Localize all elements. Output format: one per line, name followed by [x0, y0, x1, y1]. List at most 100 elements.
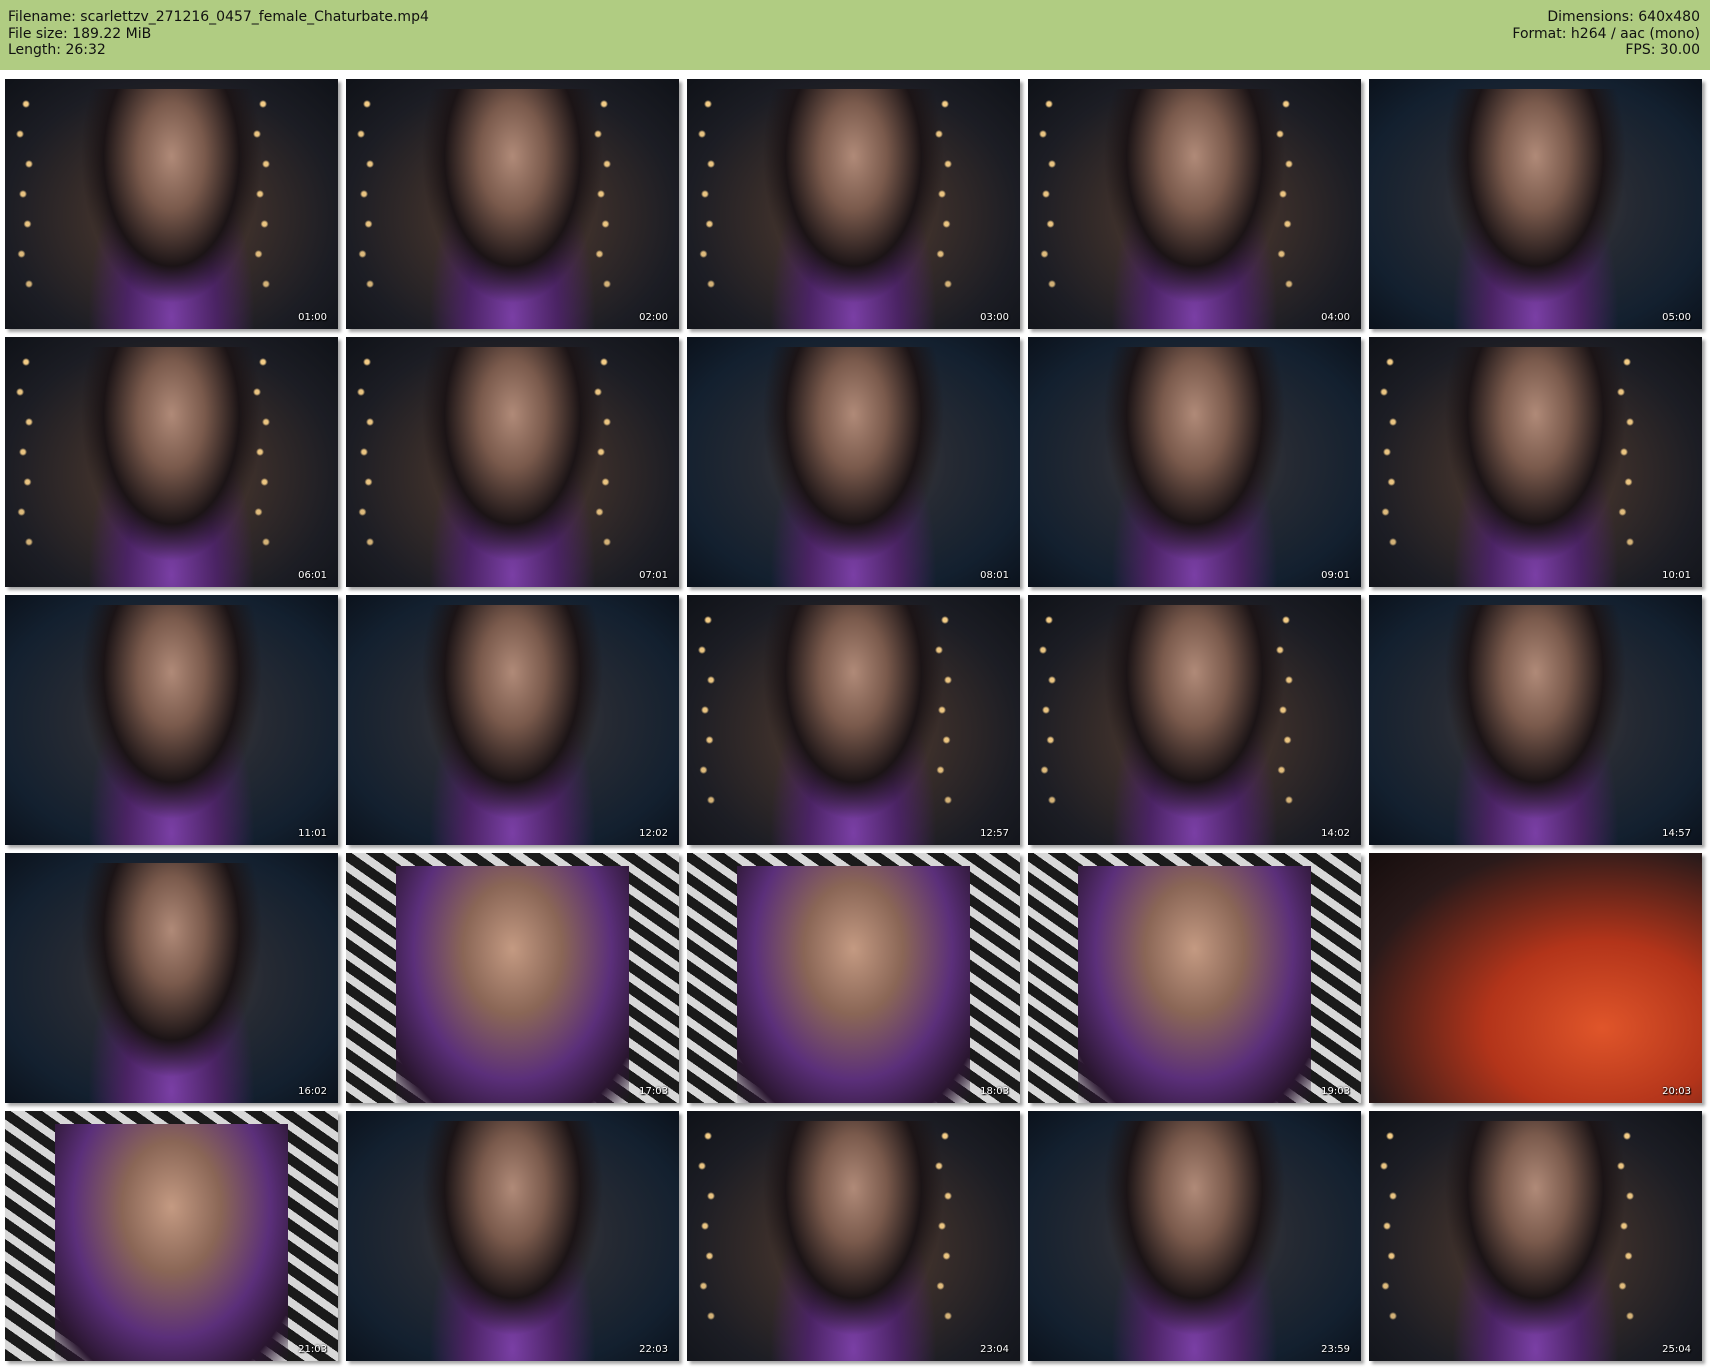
- format-text: Format: h264 / aac (mono): [1512, 25, 1700, 42]
- info-header: Filename: scarlettzv_271216_0457_female_…: [0, 0, 1710, 70]
- figure-silhouette: [1428, 89, 1643, 329]
- figure-silhouette: [405, 1121, 620, 1361]
- video-thumbnail: 25:04: [1369, 1111, 1702, 1361]
- thumbnail-timestamp: 23:04: [980, 1344, 1009, 1355]
- figure-silhouette: [746, 89, 961, 329]
- figure-silhouette: [746, 1121, 961, 1361]
- figure-overlay: [54, 1123, 289, 1361]
- video-thumbnail: 08:01: [687, 337, 1020, 587]
- string-lights-right: [930, 1111, 960, 1361]
- video-thumbnail: 17:03: [346, 853, 679, 1103]
- video-thumbnail: 19:03: [1028, 853, 1361, 1103]
- figure-silhouette: [746, 347, 961, 587]
- thumbnail-timestamp: 01:00: [298, 312, 327, 323]
- string-lights-right: [1612, 337, 1642, 587]
- thumbnail-timestamp: 06:01: [298, 570, 327, 581]
- filename-text: Filename: scarlettzv_271216_0457_female_…: [8, 9, 429, 25]
- figure-silhouette: [1428, 1121, 1643, 1361]
- string-lights-left: [693, 595, 723, 845]
- video-thumbnail: 11:01: [5, 595, 338, 845]
- string-lights-left: [11, 337, 41, 587]
- figure-overlay: [736, 865, 971, 1103]
- thumbnail-timestamp: 17:03: [639, 1086, 668, 1097]
- video-thumbnail: 12:57: [687, 595, 1020, 845]
- video-thumbnail: 22:03: [346, 1111, 679, 1361]
- string-lights-left: [1375, 1111, 1405, 1361]
- figure-silhouette: [64, 863, 279, 1103]
- length-text: Length: 26:32: [8, 42, 106, 58]
- video-thumbnail: 14:57: [1369, 595, 1702, 845]
- video-thumbnail: 10:01: [1369, 337, 1702, 587]
- thumbnail-timestamp: 05:00: [1662, 312, 1691, 323]
- figure-silhouette: [1087, 347, 1302, 587]
- figure-silhouette: [405, 605, 620, 845]
- video-thumbnail: 07:01: [346, 337, 679, 587]
- thumbnail-timestamp: 25:04: [1662, 1344, 1691, 1355]
- string-lights-left: [352, 337, 382, 587]
- video-thumbnail: 21:03: [5, 1111, 338, 1361]
- thumbnail-timestamp: 02:00: [639, 312, 668, 323]
- figure-silhouette: [64, 347, 279, 587]
- thumbnail-timestamp: 14:57: [1662, 828, 1691, 839]
- figure-overlay: [395, 865, 630, 1103]
- video-thumbnail: 03:00: [687, 79, 1020, 329]
- figure-silhouette: [1428, 605, 1643, 845]
- string-lights-right: [1271, 79, 1301, 329]
- thumbnail-timestamp: 19:03: [1321, 1086, 1350, 1097]
- string-lights-left: [1375, 337, 1405, 587]
- string-lights-right: [930, 79, 960, 329]
- thumbnail-timestamp: 07:01: [639, 570, 668, 581]
- string-lights-left: [1034, 595, 1064, 845]
- video-thumbnail: 20:03: [1369, 853, 1702, 1103]
- thumbnail-timestamp: 16:02: [298, 1086, 327, 1097]
- video-thumbnail: 18:03: [687, 853, 1020, 1103]
- thumbnail-timestamp: 12:02: [639, 828, 668, 839]
- figure-silhouette: [64, 89, 279, 329]
- string-lights-left: [1034, 79, 1064, 329]
- thumbnail-timestamp: 08:01: [980, 570, 1009, 581]
- thumbnail-image: [1369, 853, 1702, 1103]
- string-lights-right: [930, 595, 960, 845]
- media-info: Dimensions: 640x480 Format: h264 / aac (…: [1512, 9, 1700, 59]
- figure-silhouette: [1087, 605, 1302, 845]
- video-thumbnail: 02:00: [346, 79, 679, 329]
- thumbnail-timestamp: 23:59: [1321, 1344, 1350, 1355]
- figure-overlay: [1077, 865, 1312, 1103]
- string-lights-right: [1612, 1111, 1642, 1361]
- thumbnail-timestamp: 21:03: [298, 1344, 327, 1355]
- thumbnail-timestamp: 18:03: [980, 1086, 1009, 1097]
- string-lights-left: [11, 79, 41, 329]
- thumbnail-timestamp: 04:00: [1321, 312, 1350, 323]
- filesize-text: File size: 189.22 MiB: [8, 25, 152, 42]
- file-info: Filename: scarlettzv_271216_0457_female_…: [8, 9, 429, 59]
- string-lights-right: [589, 79, 619, 329]
- thumbnail-timestamp: 11:01: [298, 828, 327, 839]
- video-thumbnail: 01:00: [5, 79, 338, 329]
- figure-silhouette: [405, 347, 620, 587]
- string-lights-right: [248, 79, 278, 329]
- figure-silhouette: [1087, 89, 1302, 329]
- video-thumbnail: 06:01: [5, 337, 338, 587]
- video-thumbnail: 16:02: [5, 853, 338, 1103]
- thumbnail-timestamp: 09:01: [1321, 570, 1350, 581]
- video-thumbnail: 05:00: [1369, 79, 1702, 329]
- figure-silhouette: [405, 89, 620, 329]
- string-lights-right: [589, 337, 619, 587]
- video-thumbnail: 23:04: [687, 1111, 1020, 1361]
- fps-text: FPS: 30.00: [1625, 42, 1700, 58]
- thumbnail-timestamp: 14:02: [1321, 828, 1350, 839]
- string-lights-left: [693, 79, 723, 329]
- figure-silhouette: [1428, 347, 1643, 587]
- video-thumbnail: 09:01: [1028, 337, 1361, 587]
- figure-silhouette: [1087, 1121, 1302, 1361]
- video-thumbnail: 12:02: [346, 595, 679, 845]
- thumbnail-timestamp: 12:57: [980, 828, 1009, 839]
- string-lights-right: [248, 337, 278, 587]
- dimensions-text: Dimensions: 640x480: [1547, 9, 1700, 25]
- string-lights-left: [693, 1111, 723, 1361]
- video-thumbnail: 23:59: [1028, 1111, 1361, 1361]
- thumbnail-timestamp: 03:00: [980, 312, 1009, 323]
- thumbnail-timestamp: 10:01: [1662, 570, 1691, 581]
- thumbnail-grid: 01:00 02:00 03:00 04:00 05:00 06:01 07:01 08:01…: [5, 79, 1702, 1361]
- thumbnail-timestamp: 22:03: [639, 1344, 668, 1355]
